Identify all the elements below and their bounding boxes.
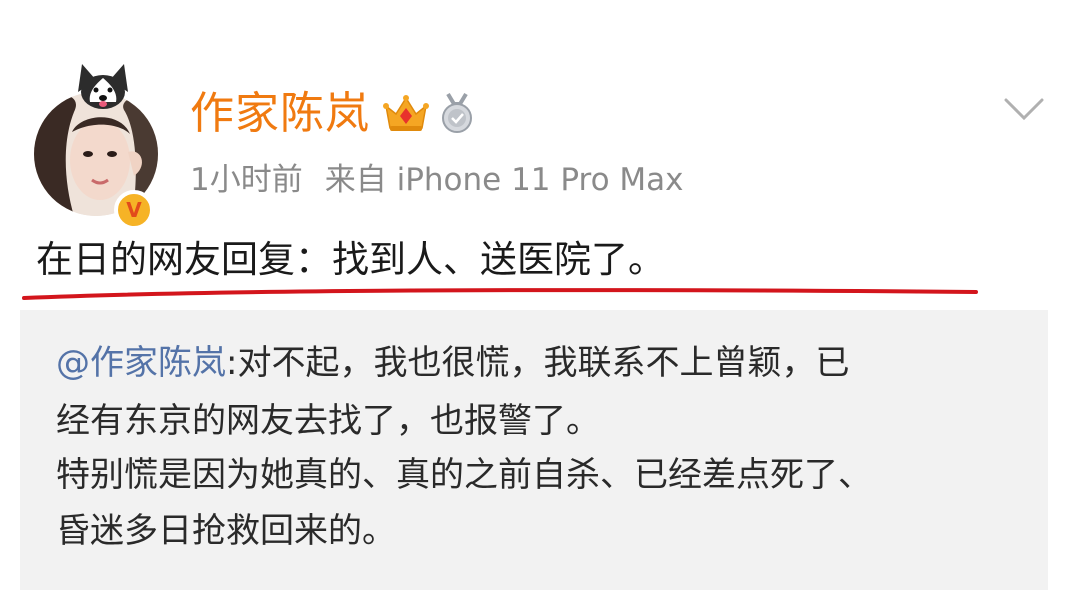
post-time: 1小时前 — [190, 162, 303, 198]
reply-text: :对不起，我也很慌，我联系不上曾颖，已 — [226, 343, 850, 383]
medal-icon — [442, 92, 472, 133]
crown-icon — [383, 95, 429, 131]
reply-line-1: @作家陈岚:对不起，我也很慌，我联系不上曾颖，已 — [56, 340, 849, 386]
reply-line-4: 昏迷多日抢救回来的。 — [56, 511, 396, 551]
post-text: 在日的网友回复：找到人、送医院了。 — [36, 238, 665, 281]
avatar-group[interactable]: V — [28, 62, 168, 230]
husky-ears-icon — [78, 64, 128, 109]
chevron-down-icon[interactable] — [1002, 96, 1046, 122]
reply-line-3: 特别慌是因为她真的、真的之前自杀、已经差点死了、 — [56, 455, 872, 495]
post-source: 来自 iPhone 11 Pro Max — [324, 162, 684, 198]
red-underline-annotation — [22, 288, 978, 300]
post-meta: 1小时前 来自 iPhone 11 Pro Max — [190, 160, 684, 200]
verified-badge: V — [114, 190, 154, 230]
username[interactable]: 作家陈岚 — [190, 84, 370, 144]
mention-link[interactable]: @作家陈岚 — [56, 343, 226, 383]
quoted-reply[interactable]: @作家陈岚:对不起，我也很慌，我联系不上曾颖，已 经有东京的网友去找了，也报警了… — [20, 310, 1048, 590]
reply-line-2: 经有东京的网友去找了，也报警了。 — [56, 401, 600, 441]
